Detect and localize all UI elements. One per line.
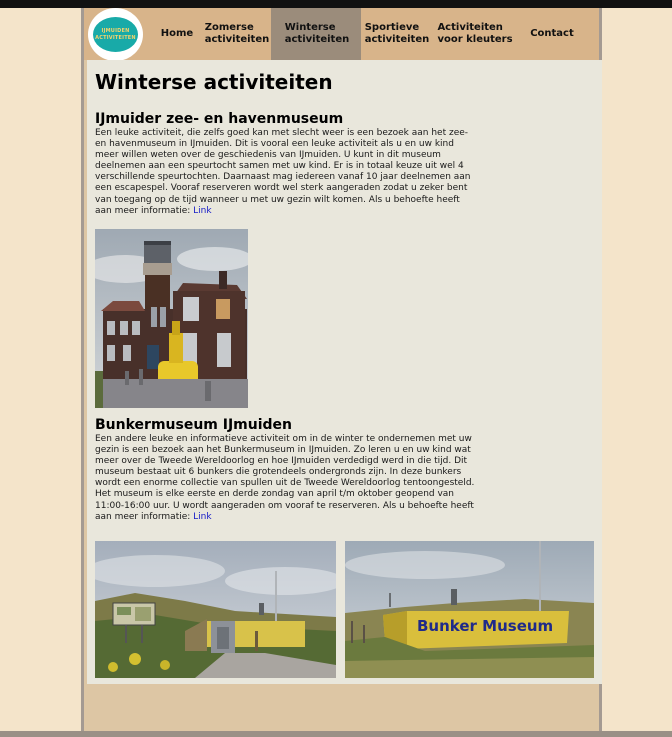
- page-container: IJMUIDEN ACTIVITEITEN Home Zomerse activ…: [81, 8, 602, 731]
- bottom-bar: [0, 731, 672, 737]
- nav-sportieve-label: Sportieve activiteiten: [364, 22, 430, 45]
- bunker-sign-text: Bunker Museum: [417, 617, 553, 635]
- bunkermuseum-info-link[interactable]: Link: [193, 512, 211, 522]
- nav-contact-label: Contact: [530, 28, 574, 39]
- section-title-havenmuseum: IJmuider zee- en havenmuseum: [95, 111, 344, 127]
- main-content: Winterse activiteiten IJmuider zee- en h…: [87, 60, 602, 684]
- nav-kleuters-label: Activiteiten voor kleuters: [437, 22, 513, 45]
- bunker-entrance-photo: [95, 541, 336, 678]
- havenmuseum-info-link[interactable]: Link: [193, 206, 211, 216]
- nav-zomerse-activiteiten[interactable]: Zomerse activiteiten: [202, 8, 270, 60]
- logo-line-2: ACTIVITEITEN: [95, 34, 136, 41]
- bunker-museum-sign-photo: Bunker Museum: [345, 541, 594, 678]
- logo-line-1: IJMUIDEN: [101, 27, 130, 34]
- nav-sportieve-activiteiten[interactable]: Sportieve activiteiten: [361, 8, 431, 60]
- nav-winterse-activiteiten[interactable]: Winterse activiteiten: [271, 8, 361, 60]
- logo-badge: IJMUIDEN ACTIVITEITEN: [93, 17, 138, 52]
- havenmuseum-photo: [95, 229, 248, 408]
- nav-home[interactable]: Home: [150, 8, 202, 60]
- nav-home-label: Home: [160, 28, 194, 39]
- nav-winterse-label: Winterse activiteiten: [284, 22, 350, 45]
- nav-zomerse-label: Zomerse activiteiten: [204, 22, 270, 45]
- section-text-havenmuseum: Een leuke activiteit, die zelfs goed kan…: [95, 128, 475, 217]
- havenmuseum-description: Een leuke activiteit, die zelfs goed kan…: [95, 128, 471, 216]
- nav-contact[interactable]: Contact: [517, 8, 585, 60]
- nav-activiteiten-voor-kleuters[interactable]: Activiteiten voor kleuters: [431, 8, 517, 60]
- section-title-bunkermuseum: Bunkermuseum IJmuiden: [95, 417, 293, 433]
- page-title: Winterse activiteiten: [95, 70, 333, 94]
- section-text-bunkermuseum: Een andere leuke en informatieve activit…: [95, 434, 475, 523]
- nav-bar: IJMUIDEN ACTIVITEITEN Home Zomerse activ…: [84, 8, 599, 61]
- top-bar: [0, 0, 672, 8]
- site-logo[interactable]: IJMUIDEN ACTIVITEITEN: [88, 8, 143, 61]
- bunkermuseum-description: Een andere leuke en informatieve activit…: [95, 434, 475, 522]
